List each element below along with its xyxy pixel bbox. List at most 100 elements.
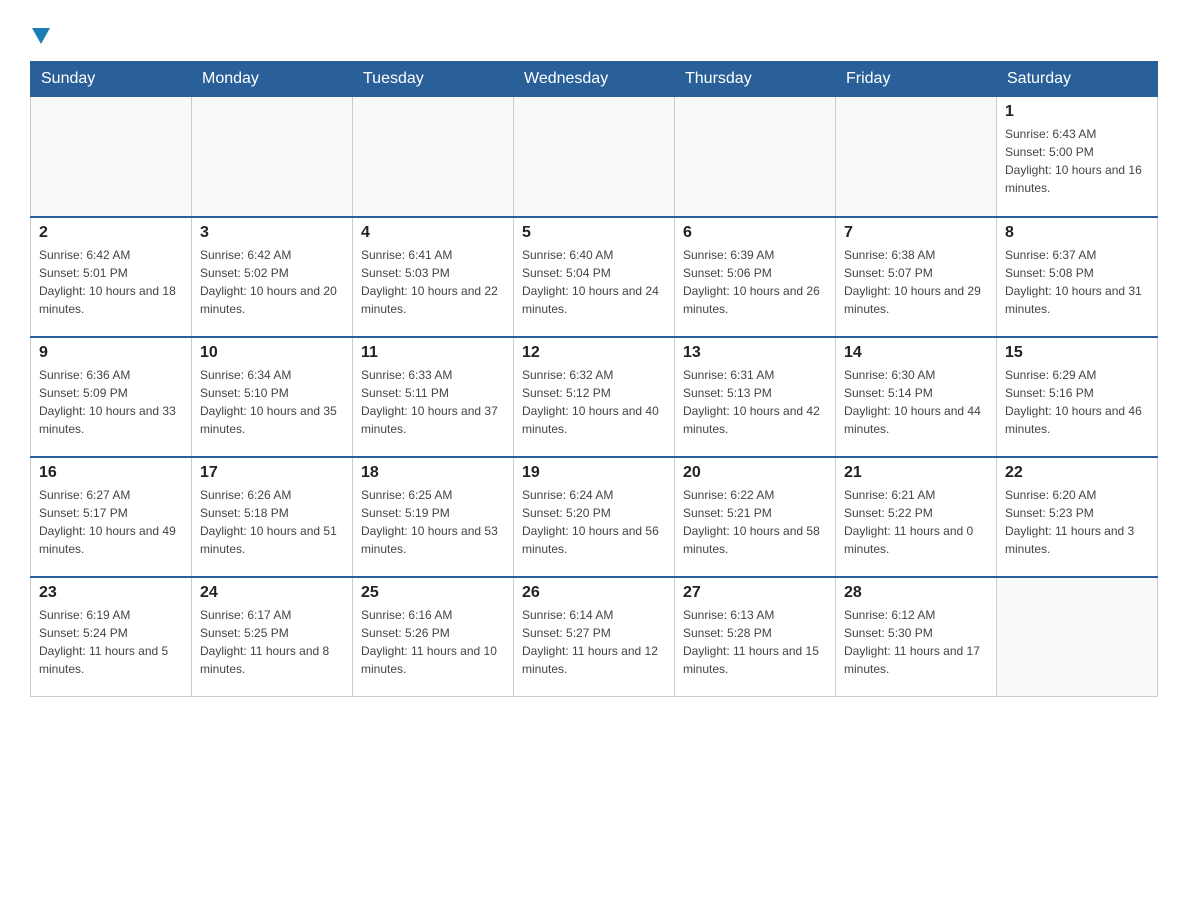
day-info: Sunrise: 6:12 AMSunset: 5:30 PMDaylight:… <box>844 606 988 678</box>
calendar-cell: 8Sunrise: 6:37 AMSunset: 5:08 PMDaylight… <box>997 217 1158 337</box>
day-info: Sunrise: 6:17 AMSunset: 5:25 PMDaylight:… <box>200 606 344 678</box>
day-info: Sunrise: 6:31 AMSunset: 5:13 PMDaylight:… <box>683 366 827 438</box>
calendar-cell: 26 Sunrise: 6:14 AMSunset: 5:27 PMDayligh… <box>514 577 675 697</box>
day-info: Sunrise: 6:30 AMSunset: 5:14 PMDaylight:… <box>844 366 988 438</box>
day-number: 16 <box>39 464 183 482</box>
calendar-cell: 10 Sunrise: 6:34 AMSunset: 5:10 PMDayligh… <box>192 337 353 457</box>
day-number: 6 <box>683 224 827 242</box>
day-number: 20 <box>683 464 827 482</box>
day-number: 21 <box>844 464 988 482</box>
day-number: 18 <box>361 464 505 482</box>
day-number: 28 <box>844 584 988 602</box>
calendar-cell: 2 Sunrise: 6:42 AMSunset: 5:01 PMDaylight… <box>31 217 192 337</box>
calendar-cell: 28 Sunrise: 6:12 AMSunset: 5:30 PMDayligh… <box>836 577 997 697</box>
day-info: Sunrise: 6:14 AMSunset: 5:27 PMDaylight:… <box>522 606 666 678</box>
day-number: 24 <box>200 584 344 602</box>
day-number: 26 <box>522 584 666 602</box>
calendar-cell: 24 Sunrise: 6:17 AMSunset: 5:25 PMDayligh… <box>192 577 353 697</box>
day-info: Sunrise: 6:29 AMSunset: 5:16 PMDaylight:… <box>1005 366 1149 438</box>
day-info: Sunrise: 6:27 AMSunset: 5:17 PMDaylight:… <box>39 486 183 558</box>
day-info: Sunrise: 6:42 AMSunset: 5:02 PMDaylight:… <box>200 246 344 318</box>
day-header-monday: Monday <box>192 62 353 97</box>
day-number: 15 <box>1005 344 1149 362</box>
day-number: 1 <box>1005 103 1149 121</box>
day-info: Sunrise: 6:16 AMSunset: 5:26 PMDaylight:… <box>361 606 505 678</box>
day-number: 10 <box>200 344 344 362</box>
day-number: 4 <box>361 224 505 242</box>
calendar-cell: 21 Sunrise: 6:21 AMSunset: 5:22 PMDayligh… <box>836 457 997 577</box>
calendar-week-row: 2 Sunrise: 6:42 AMSunset: 5:01 PMDaylight… <box>31 217 1158 337</box>
calendar-cell: 12 Sunrise: 6:32 AMSunset: 5:12 PMDayligh… <box>514 337 675 457</box>
day-info: Sunrise: 6:33 AMSunset: 5:11 PMDaylight:… <box>361 366 505 438</box>
day-number: 25 <box>361 584 505 602</box>
calendar-cell <box>997 577 1158 697</box>
page-header <box>30 20 1158 51</box>
day-info: Sunrise: 6:13 AMSunset: 5:28 PMDaylight:… <box>683 606 827 678</box>
day-info: Sunrise: 6:37 AMSunset: 5:08 PMDaylight:… <box>1005 246 1149 318</box>
calendar-cell: 9 Sunrise: 6:36 AMSunset: 5:09 PMDaylight… <box>31 337 192 457</box>
day-number: 22 <box>1005 464 1149 482</box>
calendar-cell <box>514 97 675 217</box>
calendar-cell <box>353 97 514 217</box>
calendar-cell: 18 Sunrise: 6:25 AMSunset: 5:19 PMDayligh… <box>353 457 514 577</box>
day-number: 13 <box>683 344 827 362</box>
logo-arrow-icon <box>32 20 50 51</box>
day-number: 2 <box>39 224 183 242</box>
day-info: Sunrise: 6:43 AMSunset: 5:00 PMDaylight:… <box>1005 125 1149 197</box>
day-header-wednesday: Wednesday <box>514 62 675 97</box>
calendar-cell: 1 Sunrise: 6:43 AMSunset: 5:00 PMDaylight… <box>997 97 1158 217</box>
calendar-cell <box>31 97 192 217</box>
day-info: Sunrise: 6:32 AMSunset: 5:12 PMDaylight:… <box>522 366 666 438</box>
day-info: Sunrise: 6:38 AMSunset: 5:07 PMDaylight:… <box>844 246 988 318</box>
calendar-cell: 4 Sunrise: 6:41 AMSunset: 5:03 PMDaylight… <box>353 217 514 337</box>
day-number: 9 <box>39 344 183 362</box>
calendar-cell: 14 Sunrise: 6:30 AMSunset: 5:14 PMDayligh… <box>836 337 997 457</box>
calendar-cell <box>836 97 997 217</box>
day-info: Sunrise: 6:20 AMSunset: 5:23 PMDaylight:… <box>1005 486 1149 558</box>
day-info: Sunrise: 6:19 AMSunset: 5:24 PMDaylight:… <box>39 606 183 678</box>
day-info: Sunrise: 6:40 AMSunset: 5:04 PMDaylight:… <box>522 246 666 318</box>
day-number: 19 <box>522 464 666 482</box>
calendar-cell <box>675 97 836 217</box>
calendar-week-row: 1 Sunrise: 6:43 AMSunset: 5:00 PMDaylight… <box>31 97 1158 217</box>
calendar-cell: 3 Sunrise: 6:42 AMSunset: 5:02 PMDaylight… <box>192 217 353 337</box>
day-info: Sunrise: 6:42 AMSunset: 5:01 PMDaylight:… <box>39 246 183 318</box>
calendar-table: SundayMondayTuesdayWednesdayThursdayFrid… <box>30 61 1158 697</box>
calendar-cell: 23 Sunrise: 6:19 AMSunset: 5:24 PMDayligh… <box>31 577 192 697</box>
calendar-cell <box>192 97 353 217</box>
day-info: Sunrise: 6:24 AMSunset: 5:20 PMDaylight:… <box>522 486 666 558</box>
day-number: 27 <box>683 584 827 602</box>
calendar-cell: 11Sunrise: 6:33 AMSunset: 5:11 PMDayligh… <box>353 337 514 457</box>
calendar-cell: 16 Sunrise: 6:27 AMSunset: 5:17 PMDayligh… <box>31 457 192 577</box>
logo <box>30 20 50 51</box>
day-info: Sunrise: 6:39 AMSunset: 5:06 PMDaylight:… <box>683 246 827 318</box>
day-info: Sunrise: 6:41 AMSunset: 5:03 PMDaylight:… <box>361 246 505 318</box>
day-number: 12 <box>522 344 666 362</box>
day-info: Sunrise: 6:21 AMSunset: 5:22 PMDaylight:… <box>844 486 988 558</box>
day-header-tuesday: Tuesday <box>353 62 514 97</box>
calendar-week-row: 23 Sunrise: 6:19 AMSunset: 5:24 PMDayligh… <box>31 577 1158 697</box>
calendar-cell: 27 Sunrise: 6:13 AMSunset: 5:28 PMDayligh… <box>675 577 836 697</box>
day-number: 14 <box>844 344 988 362</box>
day-number: 3 <box>200 224 344 242</box>
day-number: 23 <box>39 584 183 602</box>
calendar-cell: 25 Sunrise: 6:16 AMSunset: 5:26 PMDayligh… <box>353 577 514 697</box>
calendar-cell: 20Sunrise: 6:22 AMSunset: 5:21 PMDayligh… <box>675 457 836 577</box>
calendar-cell: 6 Sunrise: 6:39 AMSunset: 5:06 PMDaylight… <box>675 217 836 337</box>
day-info: Sunrise: 6:34 AMSunset: 5:10 PMDaylight:… <box>200 366 344 438</box>
day-info: Sunrise: 6:25 AMSunset: 5:19 PMDaylight:… <box>361 486 505 558</box>
day-number: 5 <box>522 224 666 242</box>
calendar-week-row: 9 Sunrise: 6:36 AMSunset: 5:09 PMDaylight… <box>31 337 1158 457</box>
day-number: 17 <box>200 464 344 482</box>
calendar-cell: 15 Sunrise: 6:29 AMSunset: 5:16 PMDayligh… <box>997 337 1158 457</box>
day-info: Sunrise: 6:26 AMSunset: 5:18 PMDaylight:… <box>200 486 344 558</box>
calendar-cell: 5 Sunrise: 6:40 AMSunset: 5:04 PMDaylight… <box>514 217 675 337</box>
calendar-cell: 17 Sunrise: 6:26 AMSunset: 5:18 PMDayligh… <box>192 457 353 577</box>
calendar-cell: 13 Sunrise: 6:31 AMSunset: 5:13 PMDayligh… <box>675 337 836 457</box>
calendar-header-row: SundayMondayTuesdayWednesdayThursdayFrid… <box>31 62 1158 97</box>
day-header-sunday: Sunday <box>31 62 192 97</box>
day-info: Sunrise: 6:36 AMSunset: 5:09 PMDaylight:… <box>39 366 183 438</box>
day-header-saturday: Saturday <box>997 62 1158 97</box>
day-header-friday: Friday <box>836 62 997 97</box>
day-header-thursday: Thursday <box>675 62 836 97</box>
